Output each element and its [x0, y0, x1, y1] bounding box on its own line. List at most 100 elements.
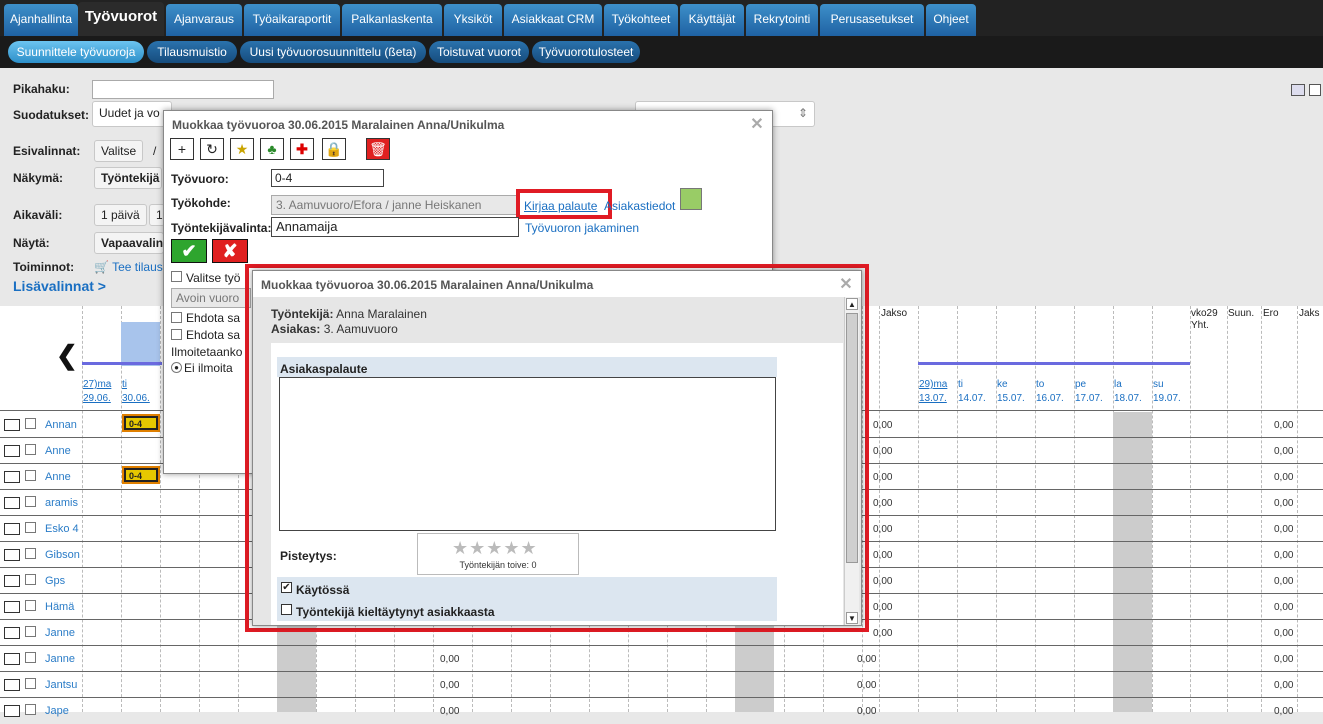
ehdota-checkbox-2[interactable]	[171, 329, 182, 340]
jakaminen-link[interactable]: Työvuoron jakaminen	[525, 221, 639, 235]
date-header-19[interactable]: su 19.07.	[1153, 378, 1181, 406]
list-icon[interactable]	[1309, 84, 1321, 96]
tab-ajanhallinta[interactable]: Ajanhallinta	[4, 4, 78, 36]
lock-icon[interactable]: 🔒	[322, 138, 346, 160]
kaytossa-checkbox[interactable]: ✔	[281, 582, 292, 593]
star-rating[interactable]: ★★★★★	[452, 538, 538, 559]
print-icon[interactable]	[1291, 84, 1305, 96]
scroll-thumb[interactable]	[846, 313, 858, 563]
subnav-suunnittele[interactable]: Suunnittele työvuoroja	[8, 41, 144, 63]
row-checkbox[interactable]	[25, 496, 36, 507]
row-checkbox[interactable]	[25, 652, 36, 663]
avoin-vuoro-select[interactable]: Avoin vuoro	[171, 288, 251, 308]
row-checkbox[interactable]	[25, 470, 36, 481]
edit-icon[interactable]	[4, 471, 20, 483]
employee-name[interactable]: aramis	[45, 497, 81, 509]
tab-palkanlaskenta[interactable]: Palkanlaskenta	[342, 4, 442, 36]
edit-icon[interactable]	[4, 653, 20, 665]
row-checkbox[interactable]	[25, 444, 36, 455]
employee-name[interactable]: Gps	[45, 575, 81, 587]
red-cross-icon[interactable]: ✚	[290, 138, 314, 160]
nakyma-tyontekija-button[interactable]: Työntekijä	[94, 167, 162, 189]
employee-name[interactable]: Annan	[45, 419, 81, 431]
row-checkbox[interactable]	[25, 522, 36, 533]
employee-name[interactable]: Jape	[45, 705, 81, 717]
employee-name[interactable]: Esko 4	[45, 523, 81, 535]
asiakaspalaute-textarea[interactable]	[279, 377, 776, 531]
subnav-toistuvat[interactable]: Toistuvat vuorot	[429, 41, 529, 63]
date-header-17[interactable]: pe 17.07.	[1075, 378, 1103, 406]
date-header-tue[interactable]: ti 30.06.	[122, 378, 150, 406]
date-header-13[interactable]: 29)ma 13.07.	[919, 378, 947, 406]
tab-tyoaikaraportit[interactable]: Työaikaraportit	[244, 4, 340, 36]
refresh-icon[interactable]: ↻	[200, 138, 224, 160]
subnav-uusi-suunnittelu[interactable]: Uusi työvuorosuunnittelu (ßeta)	[240, 41, 426, 63]
date-header-15[interactable]: ke 15.07.	[997, 378, 1025, 406]
valitse-checkbox[interactable]	[171, 271, 182, 282]
confirm-icon[interactable]: ✔	[171, 239, 207, 263]
date-header-mon[interactable]: 27)ma 29.06.	[83, 378, 111, 406]
close-icon[interactable]: ✕	[839, 277, 853, 293]
pikahaku-input[interactable]	[92, 80, 274, 99]
scroll-down-icon[interactable]: ▼	[846, 612, 858, 624]
employee-name[interactable]: Gibson	[45, 549, 81, 561]
tab-rekrytointi[interactable]: Rekrytointi	[746, 4, 818, 36]
table-row[interactable]: Jape 0,00 0,00 0,00	[0, 698, 1323, 724]
tab-tyokohteet[interactable]: Työkohteet	[604, 4, 678, 36]
tab-asiakkaat-crm[interactable]: Asiakkaat CRM	[504, 4, 602, 36]
asiakastiedot-link[interactable]: Asiakastiedot	[604, 199, 675, 213]
date-header-14[interactable]: ti 14.07.	[958, 378, 986, 406]
close-icon[interactable]: ✕	[750, 117, 764, 133]
edit-icon[interactable]	[4, 523, 20, 535]
tab-yksikot[interactable]: Yksiköt	[444, 4, 502, 36]
kieltaytynyt-checkbox[interactable]	[281, 604, 292, 615]
tee-tilaus-link[interactable]: 🛒 Tee tilaus	[94, 260, 163, 274]
row-checkbox[interactable]	[25, 548, 36, 559]
valitse-button[interactable]: Valitse	[94, 140, 144, 162]
edit-icon[interactable]	[4, 445, 20, 457]
subnav-tilausmuistio[interactable]: Tilausmuistio	[147, 41, 237, 63]
edit-icon[interactable]	[4, 679, 20, 691]
tab-ajanvaraus[interactable]: Ajanvaraus	[166, 4, 242, 36]
employee-name[interactable]: Anne	[45, 445, 81, 457]
row-checkbox[interactable]	[25, 704, 36, 715]
suodatukset-select[interactable]: Uudet ja vo	[92, 101, 172, 127]
edit-icon[interactable]	[4, 575, 20, 587]
ei-ilmoiteta-radio[interactable]: ●	[171, 362, 182, 373]
star-icon[interactable]: ★	[230, 138, 254, 160]
cancel-icon[interactable]: ✘	[212, 239, 248, 263]
scrollbar[interactable]: ▲ ▼	[844, 297, 859, 625]
tab-kayttajat[interactable]: Käyttäjät	[680, 4, 744, 36]
delete-icon[interactable]: 🗑	[366, 138, 390, 160]
employee-name[interactable]: Janne	[45, 653, 81, 665]
employee-name[interactable]: Jantsu	[45, 679, 81, 691]
employee-name[interactable]: Janne	[45, 627, 81, 639]
kirjaa-palaute-link[interactable]: Kirjaa palaute	[524, 199, 597, 213]
row-checkbox[interactable]	[25, 600, 36, 611]
scroll-up-icon[interactable]: ▲	[846, 298, 858, 310]
date-header-18[interactable]: la 18.07.	[1114, 378, 1142, 406]
edit-icon[interactable]	[4, 627, 20, 639]
edit-icon[interactable]	[4, 601, 20, 613]
employee-name[interactable]: Hämä	[45, 601, 81, 613]
aikavali-1paiva-button[interactable]: 1 päivä	[94, 204, 147, 226]
tyontekijavalinta-select[interactable]: Annamaija	[271, 217, 519, 237]
tab-ohjeet[interactable]: Ohjeet	[926, 4, 976, 36]
tab-tyovuorot[interactable]: Työvuorot	[78, 2, 164, 36]
palm-tree-icon[interactable]: ♣	[260, 138, 284, 160]
nayta-vapaavalinta-button[interactable]: Vapaavalint	[94, 232, 164, 254]
shift-block[interactable]: 0-4	[122, 466, 160, 484]
table-row[interactable]: Jantsu 0,00 0,00 0,00	[0, 672, 1323, 698]
row-checkbox[interactable]	[25, 418, 36, 429]
tyovuoro-input[interactable]: 0-4	[271, 169, 384, 187]
tab-perusasetukset[interactable]: Perusasetukset	[820, 4, 924, 36]
add-icon[interactable]: +	[170, 138, 194, 160]
shift-block[interactable]: 0-4	[122, 414, 160, 432]
edit-icon[interactable]	[4, 705, 20, 717]
date-header-16[interactable]: to 16.07.	[1036, 378, 1064, 406]
edit-icon[interactable]	[4, 549, 20, 561]
subnav-tulosteet[interactable]: Työvuorotulosteet	[532, 41, 640, 63]
edit-icon[interactable]	[4, 419, 20, 431]
row-checkbox[interactable]	[25, 574, 36, 585]
prev-arrow-icon[interactable]: ❮	[56, 340, 78, 371]
